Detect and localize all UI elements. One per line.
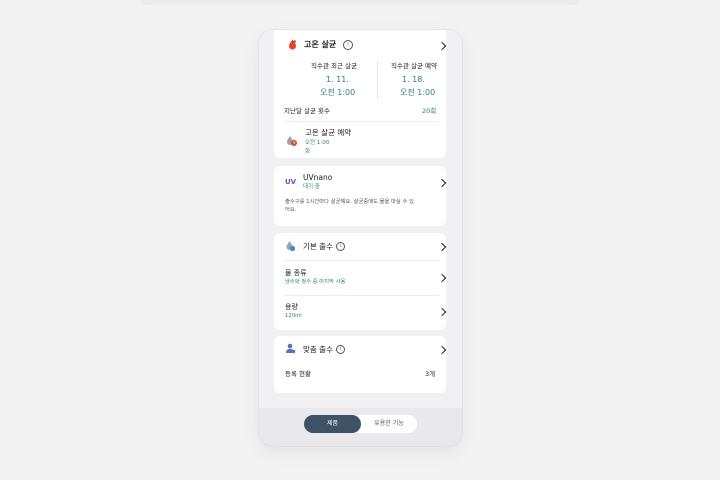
info-icon[interactable]: i [343,40,353,50]
uvnano-description-line2: 어요. [285,207,297,213]
info-icon[interactable]: i [336,345,345,354]
custom-dispense-header[interactable]: 맞춤 출수 i [274,340,447,358]
sterilization-header[interactable]: 고온 살균 i [274,36,447,52]
schedule-time: 오전 1:00 [305,140,330,146]
chevron-right-icon[interactable] [437,345,447,355]
uvnano-card: UV UVnano 대기 중 출수구를 1시간마다 살균해요. 살균중에도 물을… [274,166,447,226]
chevron-right-icon[interactable] [437,273,447,283]
water-type-label: 물 종류 [285,269,307,277]
info-icon[interactable]: i [336,242,345,251]
basic-dispense-header[interactable]: 기본 출수 i [274,237,447,255]
phone-frame: 고온 살균 i 직수관 최근 살균 1. 11. 오전 1:00 직수관 살균 … [259,30,462,446]
schedule-day: 화 [305,149,311,155]
volume-row[interactable]: 용량 120ml [274,297,447,327]
reserved-sterilization-date: 1. 18. [402,75,425,84]
volume-label: 용량 [285,303,298,311]
last-sterilization-time: 오전 1:00 [320,88,356,97]
chevron-right-icon[interactable] [437,41,447,51]
reserved-sterilization-label: 직수관 살균 예약 [391,62,437,70]
chevron-right-icon[interactable] [437,242,447,252]
last-sterilization-date: 1. 11. [326,75,349,84]
tab-control[interactable]: 제품 [304,415,361,433]
flame-drop-icon [289,39,296,50]
registered-label: 등록 현황 [285,370,311,378]
tab-switch: 제품 유용한 기능 [304,415,417,433]
custom-dispense-card: 맞춤 출수 i 등록 현황 3개 [274,336,447,393]
sterilization-schedule-icon [287,136,297,146]
water-type-row[interactable]: 물 종류 냉수와 정수 중 마지막 사용 [274,263,447,293]
background-card-edge [140,0,580,5]
volume-value: 120ml [285,313,302,319]
chevron-right-icon[interactable] [437,307,447,317]
water-type-value: 냉수와 정수 중 마지막 사용 [285,279,346,285]
custom-dispense-title: 맞춤 출수 [303,345,333,354]
uvnano-status: 대기 중 [303,184,320,190]
column-divider [377,61,378,99]
sterilization-schedule-row[interactable]: 고온 살균 예약 오전 1:00 화 [274,124,446,156]
basic-dispense-title: 기본 출수 [303,242,333,251]
person-icon [286,343,296,354]
water-drop-icon [286,241,296,252]
uv-icon: UV [285,178,297,186]
divider [284,260,439,261]
reserved-sterilization-time: 오전 1:00 [400,88,436,97]
divider [284,121,439,122]
tab-useful-features[interactable]: 유용한 기능 [361,415,417,433]
schedule-title: 고온 살균 예약 [305,128,352,137]
monthly-count-value: 20회 [422,107,437,115]
registered-value: 3개 [425,370,436,378]
divider [284,295,439,296]
bottom-tab-bar: 제품 유용한 기능 [259,408,462,446]
sterilization-card: 고온 살균 i 직수관 최근 살균 1. 11. 오전 1:00 직수관 살균 … [274,30,447,158]
uvnano-description-line1: 출수구를 1시간마다 살균해요. 살균중에도 물을 마실 수 있 [285,199,414,205]
sterilization-title: 고온 살균 [304,40,337,49]
chevron-right-icon[interactable] [437,178,447,188]
basic-dispense-card: 기본 출수 i 물 종류 냉수와 정수 중 마지막 사용 용량 120ml [274,233,447,330]
monthly-count-label: 지난달 살균 횟수 [284,107,330,115]
last-sterilization-label: 직수관 최근 살균 [311,62,357,70]
uvnano-header[interactable]: UV UVnano 대기 중 [274,170,447,192]
uvnano-title: UVnano [303,173,333,182]
